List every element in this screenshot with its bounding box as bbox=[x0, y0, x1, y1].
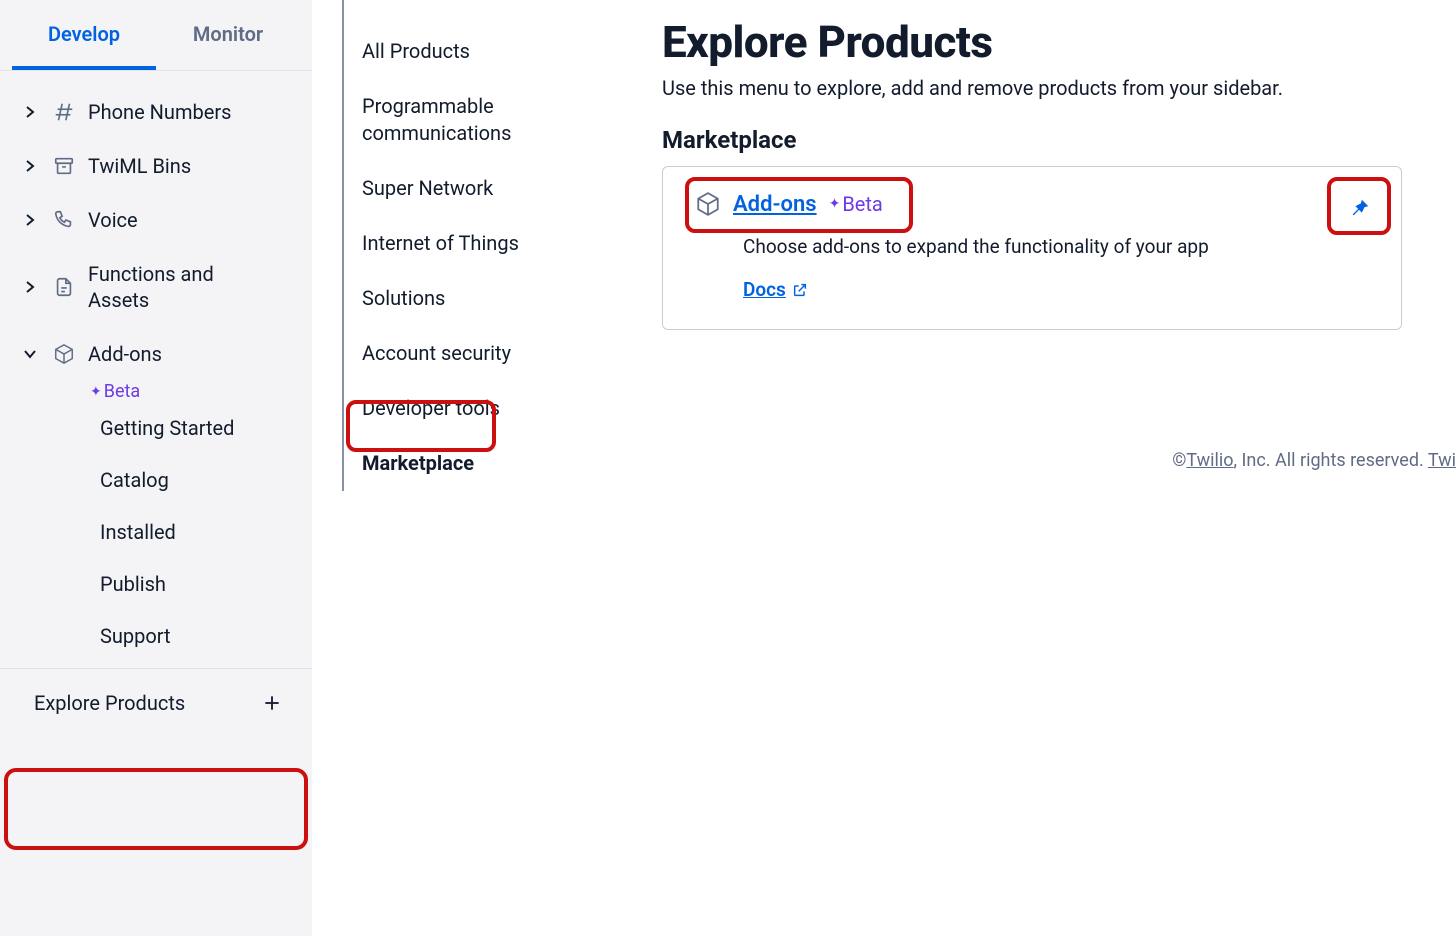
footer-rest: , Inc. All rights reserved. bbox=[1234, 450, 1428, 471]
subnav-item-iot[interactable]: Internet of Things bbox=[344, 216, 622, 271]
beta-badge: ✦ Beta bbox=[829, 192, 883, 216]
package-icon bbox=[50, 343, 78, 365]
subnav-item-account-security[interactable]: Account security bbox=[344, 326, 622, 381]
external-link-icon bbox=[792, 282, 808, 298]
sub-item-getting-started[interactable]: Getting Started bbox=[100, 402, 312, 454]
section-title-marketplace: Marketplace bbox=[662, 126, 1456, 154]
sparkle-icon: ✦ bbox=[90, 384, 102, 400]
explore-products-button[interactable]: Explore Products bbox=[0, 668, 312, 737]
subnav-item-marketplace[interactable]: Marketplace bbox=[344, 436, 622, 491]
nav-item-voice[interactable]: Voice bbox=[0, 193, 312, 247]
primary-sidebar: Develop Monitor Phone Numbers TwiML Bins bbox=[0, 0, 312, 936]
page-title: Explore Products bbox=[662, 16, 1456, 68]
nav-item-label: Phone Numbers bbox=[88, 99, 306, 125]
addons-link[interactable]: Add-ons bbox=[733, 192, 817, 217]
subnav-item-developer-tools[interactable]: Developer tools bbox=[344, 381, 622, 436]
docs-link[interactable]: Docs bbox=[743, 278, 808, 301]
sparkle-icon: ✦ bbox=[829, 196, 841, 212]
phone-icon bbox=[50, 209, 78, 231]
docs-label: Docs bbox=[743, 278, 786, 301]
copyright-symbol: © bbox=[1172, 450, 1186, 471]
hash-icon bbox=[50, 101, 78, 123]
chevron-right-icon bbox=[20, 281, 40, 293]
sub-item-catalog[interactable]: Catalog bbox=[100, 454, 312, 506]
plus-icon bbox=[262, 693, 282, 713]
chevron-down-icon bbox=[20, 348, 40, 360]
card-description: Choose add-ons to expand the functionali… bbox=[743, 235, 1373, 258]
beta-badge: ✦ Beta bbox=[90, 381, 312, 402]
nav-item-label: TwiML Bins bbox=[88, 153, 306, 179]
main-content: Explore Products Use this menu to explor… bbox=[622, 0, 1456, 936]
nav-item-label: Add-ons bbox=[88, 341, 306, 367]
draft-icon bbox=[50, 276, 78, 298]
pin-button[interactable] bbox=[1339, 187, 1381, 229]
addons-card: Add-ons ✦ Beta Choose add-ons to expand … bbox=[662, 166, 1402, 330]
subnav-item-solutions[interactable]: Solutions bbox=[344, 271, 622, 326]
nav-item-functions-assets[interactable]: Functions and Assets bbox=[0, 247, 312, 327]
subnav-item-super-network[interactable]: Super Network bbox=[344, 161, 622, 216]
subnav-item-all-products[interactable]: All Products bbox=[344, 24, 622, 79]
beta-label: Beta bbox=[104, 381, 140, 402]
chevron-right-icon bbox=[20, 214, 40, 226]
sub-item-support[interactable]: Support bbox=[100, 610, 312, 662]
nav-item-phone-numbers[interactable]: Phone Numbers bbox=[0, 85, 312, 139]
sub-item-publish[interactable]: Publish bbox=[100, 558, 312, 610]
explore-products-label: Explore Products bbox=[34, 691, 185, 715]
nav-item-label: Functions and Assets bbox=[88, 261, 268, 313]
twilio-link[interactable]: Twilio bbox=[1186, 450, 1233, 471]
addons-sub-list: Getting Started Catalog Installed Publis… bbox=[0, 402, 312, 662]
secondary-nav: All Products Programmable communications… bbox=[342, 0, 622, 491]
nav-item-addons[interactable]: Add-ons bbox=[0, 327, 312, 381]
sidebar-tabbar: Develop Monitor bbox=[0, 0, 312, 71]
package-icon bbox=[695, 191, 721, 217]
chevron-right-icon bbox=[20, 106, 40, 118]
subnav-item-programmable-comms[interactable]: Programmable communications bbox=[344, 79, 622, 161]
nav-item-label: Voice bbox=[88, 207, 306, 233]
page-subtitle: Use this menu to explore, add and remove… bbox=[662, 76, 1456, 100]
highlight-explore-products bbox=[4, 768, 308, 850]
card-body: Choose add-ons to expand the functionali… bbox=[695, 235, 1373, 301]
tab-develop[interactable]: Develop bbox=[12, 0, 156, 70]
footer-copyright: ©Twilio, Inc. All rights reserved. Twi bbox=[1172, 450, 1456, 471]
footer-twi: Twi bbox=[1428, 450, 1456, 471]
archive-icon bbox=[50, 155, 78, 177]
beta-label: Beta bbox=[842, 192, 883, 216]
tab-monitor[interactable]: Monitor bbox=[156, 0, 300, 70]
nav-item-twiml-bins[interactable]: TwiML Bins bbox=[0, 139, 312, 193]
card-header: Add-ons ✦ Beta bbox=[695, 191, 1373, 217]
sub-item-installed[interactable]: Installed bbox=[100, 506, 312, 558]
nav-list: Phone Numbers TwiML Bins Voice bbox=[0, 71, 312, 662]
chevron-right-icon bbox=[20, 160, 40, 172]
